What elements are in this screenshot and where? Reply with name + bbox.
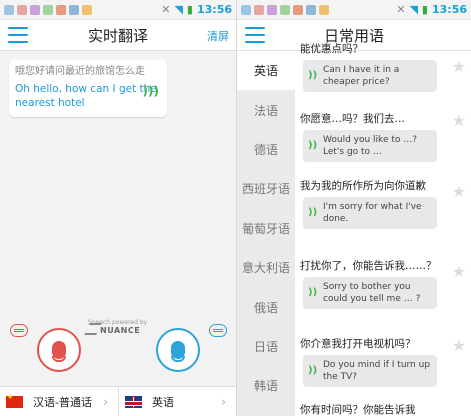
app-icon: [319, 4, 329, 15]
powered-by-label: Speech powered by: [88, 319, 148, 326]
battery-icon: ▮: [186, 3, 193, 16]
page-title: 实时翻译: [87, 26, 148, 45]
sidebar-item-russian[interactable]: 俄语: [237, 287, 295, 326]
language-selector-bar: 汉语-普通话 › 英语 ›: [0, 386, 236, 416]
chat-icon: [254, 4, 264, 15]
list-item[interactable]: 你介意我打开电视机吗？ )) Do you mind if I turn up t…: [300, 336, 471, 387]
image-icon: [241, 4, 251, 15]
sidebar-item-spanish[interactable]: 西班牙语: [237, 169, 295, 208]
phrase-chinese: 你有时间吗？你能告诉我: [300, 404, 416, 416]
sidebar-item-japanese[interactable]: 日语: [237, 327, 295, 366]
clear-screen-button[interactable]: 清屏: [207, 28, 229, 44]
image-icon: [4, 4, 14, 15]
translated-text: Oh hello, how can I get the nearest hote…: [15, 83, 157, 109]
phrase-english[interactable]: )) Would you like to …? Let's go to …: [303, 130, 437, 162]
speaker-icon[interactable]: )): [308, 140, 317, 152]
chevron-right-icon: ›: [103, 395, 108, 409]
source-text: 哦您好请问最近的旅馆怎么走: [15, 66, 145, 77]
sidebar-item-korean[interactable]: 韩语: [237, 366, 295, 405]
keyboard-icon-source[interactable]: [10, 324, 28, 337]
app-icon: [30, 4, 40, 15]
speaker-icon[interactable]: )): [308, 207, 317, 219]
list-item[interactable]: 打扰你了，你能告诉我……？ )) Sorry to bother you coul…: [300, 260, 471, 309]
app-icon: [267, 4, 277, 15]
sidebar-item-english[interactable]: 英语: [237, 51, 295, 91]
menu-icon[interactable]: [245, 27, 265, 43]
sidebar-item-french[interactable]: 法语: [237, 90, 295, 129]
app-icon: [82, 4, 92, 15]
status-bar: ✕ ◥ ▮ 13:56: [237, 0, 471, 20]
phrase-chinese: 你介意我打开电视机吗？: [300, 338, 416, 350]
favorite-star-icon[interactable]: ★: [452, 336, 466, 355]
sidebar-item-italian[interactable]: 意大利语: [237, 248, 295, 287]
chevron-right-icon: ›: [221, 395, 226, 409]
voice-input-area: Speech powered by NUANCE: [0, 313, 236, 385]
sidebar-item-portuguese[interactable]: 葡萄牙语: [237, 209, 295, 248]
china-flag-icon: [6, 393, 23, 408]
clock-time: 13:56: [196, 3, 232, 16]
keyboard-icon-target[interactable]: [209, 324, 227, 337]
phrase-english[interactable]: )) Can I have it in a cheaper price?: [303, 60, 437, 92]
sidebar-item-german[interactable]: 德语: [237, 130, 295, 169]
menu-icon[interactable]: [8, 27, 28, 43]
wifi-icon: ◥: [174, 3, 183, 16]
realtime-translate-screen: ✕ ◥ ▮ 13:56 实时翻译 清屏 哦您好请问最近的旅馆怎么走 Oh hel…: [0, 0, 237, 416]
screenshot: ✕ ◥ ▮ 13:56 实时翻译 清屏 哦您好请问最近的旅馆怎么走 Oh hel…: [0, 0, 471, 416]
phrase-chinese: 我为我的所作所为向你道歉: [300, 180, 426, 192]
wifi-icon: ◥: [409, 3, 418, 16]
source-language-selector[interactable]: 汉语-普通话 ›: [0, 387, 118, 416]
clock-time: 13:56: [431, 3, 467, 16]
speaker-icon[interactable]: )): [308, 70, 317, 82]
source-language-label: 汉语-普通话: [33, 396, 92, 409]
sync-icon: [69, 4, 79, 15]
record-source-button[interactable]: [37, 328, 81, 372]
phrase-english[interactable]: )) I'm sorry for what I've done.: [303, 197, 437, 229]
phrase-chinese: 能优惠点吗？: [300, 43, 363, 55]
speaker-icon[interactable]: )): [308, 365, 317, 377]
app-icon: [43, 4, 53, 15]
title-bar: 实时翻译 清屏: [0, 20, 236, 51]
phrase-chinese: 你愿意…吗？我们去…: [300, 113, 405, 125]
notification-icons: [4, 4, 92, 15]
app-icon: [280, 4, 290, 15]
phrase-english[interactable]: )) Do you mind if I turn up the TV?: [303, 355, 437, 387]
favorite-star-icon[interactable]: ★: [452, 182, 466, 201]
notification-icons: [241, 4, 329, 15]
favorite-star-icon[interactable]: ★: [452, 111, 466, 130]
uk-flag-icon: [125, 396, 142, 408]
chat-icon: [17, 4, 27, 15]
mute-icon: ✕: [396, 3, 406, 16]
speaker-icon[interactable]: ))): [143, 84, 159, 98]
daily-phrases-screen: ✕ ◥ ▮ 13:56 日常用语 英语 法语 德语 西班牙语 葡萄牙语 意大利语…: [237, 0, 471, 416]
list-item[interactable]: 你愿意…吗？我们去… )) Would you like to …? Let's …: [300, 111, 471, 162]
mute-icon: ✕: [161, 3, 171, 16]
list-item[interactable]: 你有时间吗？你能告诉我: [300, 404, 471, 416]
translation-bubble[interactable]: 哦您好请问最近的旅馆怎么走 Oh hello, how can I get th…: [9, 60, 167, 117]
sync-icon: [306, 4, 316, 15]
target-language-label: 英语: [152, 396, 174, 409]
phrase-chinese: 打扰你了，你能告诉我……？: [300, 260, 437, 272]
favorite-star-icon[interactable]: ★: [452, 57, 466, 76]
phrase-english[interactable]: )) Sorry to bother you could you tell me …: [303, 277, 437, 309]
record-target-button[interactable]: [156, 328, 200, 372]
app-icon: [293, 4, 303, 15]
speaker-icon[interactable]: )): [308, 287, 317, 299]
list-item[interactable]: 能优惠点吗？ )) Can I have it in a cheaper pric…: [300, 43, 471, 92]
favorite-star-icon[interactable]: ★: [452, 262, 466, 281]
nuance-brand: NUANCE: [100, 326, 141, 335]
status-bar: ✕ ◥ ▮ 13:56: [0, 0, 236, 20]
language-sidebar: 英语 法语 德语 西班牙语 葡萄牙语 意大利语 俄语 日语 韩语: [237, 51, 295, 416]
battery-icon: ▮: [421, 3, 428, 16]
phrase-list: 能优惠点吗？ )) Can I have it in a cheaper pric…: [295, 43, 471, 416]
list-item[interactable]: 我为我的所作所为向你道歉 )) I'm sorry for what I've d…: [300, 180, 471, 229]
target-language-selector[interactable]: 英语 ›: [118, 387, 236, 416]
app-icon: [56, 4, 66, 15]
